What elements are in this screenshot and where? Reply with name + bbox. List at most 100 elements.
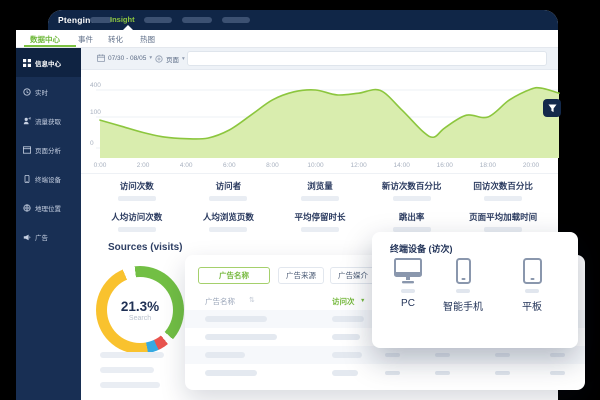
donut-center-value: 21.3% (121, 299, 159, 314)
cell-placeholder (332, 370, 358, 376)
tab-bar: 数据中心 事件 转化 热图 (16, 30, 558, 48)
metric-avg-load-time[interactable]: 页面平均加载时间 (457, 211, 549, 232)
device-stat-tablet: 平板 (507, 258, 557, 313)
cell-placeholder (495, 353, 510, 357)
chevron-down-icon: ▾ (182, 56, 185, 62)
column-header-visits[interactable]: 访问次 (332, 296, 355, 307)
metric-value-placeholder (301, 227, 339, 232)
screenshot-canvas: Ptengine Insight 数据中心 事件 转化 热图 信息中心 实时 流… (0, 0, 600, 400)
smartphone-icon (456, 258, 471, 284)
tab-conversion[interactable]: 转化 (108, 34, 123, 45)
svg-text:4:00: 4:00 (180, 162, 193, 169)
cell-placeholder (205, 370, 257, 376)
legend-item-placeholder (100, 367, 154, 373)
metric-value-placeholder (301, 196, 339, 201)
metric-pages-per-user[interactable]: 人均浏览页数 (183, 211, 275, 232)
page-filter-icon (155, 55, 163, 63)
legend-item-placeholder (100, 382, 160, 388)
nav-item-placeholder[interactable] (182, 17, 212, 23)
filter-input[interactable] (187, 51, 547, 66)
cell-placeholder (550, 353, 565, 357)
column-header-ad-name[interactable]: 广告名称 (205, 296, 235, 307)
pill-ad-medium[interactable]: 广告媒介 (330, 267, 376, 284)
cell-placeholder (332, 334, 360, 340)
svg-text:6:00: 6:00 (223, 162, 236, 169)
metric-value-placeholder (118, 227, 156, 232)
metric-value-placeholder (209, 196, 247, 201)
page-filter-label: 页面 (166, 54, 179, 64)
cell-placeholder (385, 371, 400, 375)
cell-placeholder (205, 316, 267, 322)
traffic-chart: 4001000 0:002:004:006:008:0010:0012:0014… (90, 78, 560, 170)
tab-data-center[interactable]: 数据中心 (30, 34, 60, 45)
tab-heatmap[interactable]: 热图 (140, 34, 155, 45)
nav-item-placeholder[interactable] (144, 17, 172, 23)
calendar-icon (97, 54, 105, 62)
device-value-placeholder (456, 289, 470, 293)
donut-center: 21.3% Search (107, 277, 173, 343)
svg-text:10:00: 10:00 (307, 162, 324, 169)
sidebar: 信息中心 实时 流量获取 页面分析 终端设备 地理位置 广告 (16, 48, 81, 400)
sidebar-item-info-center[interactable]: 信息中心 (16, 48, 81, 77)
metric-visits-per-user[interactable]: 人均访问次数 (91, 211, 183, 232)
sidebar-item-geo[interactable]: 地理位置 (16, 193, 81, 222)
device-popup-title: 终端设备 (访次) (390, 242, 453, 255)
sidebar-item-ads[interactable]: 广告 (16, 222, 81, 251)
tab-events[interactable]: 事件 (78, 34, 93, 45)
device-value-placeholder (401, 289, 415, 293)
svg-text:2:00: 2:00 (137, 162, 150, 169)
date-range-picker[interactable]: 07/30 - 08/05 ▾ (97, 54, 152, 62)
nav-item-placeholder[interactable] (222, 17, 250, 23)
svg-text:18:00: 18:00 (480, 162, 497, 169)
clock-icon (23, 88, 31, 96)
nav-item-insight[interactable]: Insight (110, 15, 135, 24)
metric-value-placeholder (393, 196, 431, 201)
sidebar-item-devices[interactable]: 终端设备 (16, 164, 81, 193)
cell-placeholder (205, 352, 245, 358)
svg-text:100: 100 (90, 109, 101, 116)
sidebar-item-realtime[interactable]: 实时 (16, 77, 81, 106)
metric-visits[interactable]: 访问次数 (91, 180, 183, 201)
globe-icon (23, 204, 31, 212)
metric-value-placeholder (209, 227, 247, 232)
sidebar-item-page-analysis[interactable]: 页面分析 (16, 135, 81, 164)
svg-text:8:00: 8:00 (266, 162, 279, 169)
metrics-grid: 访问次数 访问者 浏览量 新访次数百分比 回访次数百分比 人均访问次数 人均浏览… (91, 180, 549, 232)
svg-text:16:00: 16:00 (437, 162, 454, 169)
sort-icon[interactable]: ⇅ (249, 296, 255, 304)
metric-value-placeholder (118, 196, 156, 201)
svg-text:0: 0 (90, 140, 94, 147)
svg-text:400: 400 (90, 82, 101, 89)
metric-new-visit-pct[interactable]: 新访次数百分比 (366, 180, 458, 201)
metric-pageviews[interactable]: 浏览量 (274, 180, 366, 201)
svg-text:0:00: 0:00 (94, 162, 107, 169)
metric-avg-duration[interactable]: 平均停留时长 (274, 211, 366, 232)
donut-center-label: Search (129, 315, 151, 322)
metric-bounce-rate[interactable]: 跳出率 (366, 211, 458, 232)
table-row[interactable] (185, 346, 585, 364)
device-icon (23, 175, 31, 183)
svg-text:20:00: 20:00 (523, 162, 540, 169)
pill-ad-source[interactable]: 广告来源 (278, 267, 324, 284)
svg-text:12:00: 12:00 (350, 162, 367, 169)
cell-placeholder (550, 371, 565, 375)
legend-item-placeholder (100, 352, 164, 358)
cell-placeholder (205, 334, 277, 340)
chart-filter-button[interactable] (543, 99, 561, 117)
funnel-icon (548, 104, 557, 113)
metric-visitors[interactable]: 访问者 (183, 180, 275, 201)
device-stat-pc: PC (386, 258, 430, 309)
cell-placeholder (332, 316, 364, 322)
table-row[interactable] (185, 364, 585, 382)
metric-return-visit-pct[interactable]: 回访次数百分比 (457, 180, 549, 201)
pill-ad-name[interactable]: 广告名称 (198, 267, 270, 284)
active-tab-underline (24, 45, 76, 47)
device-stat-smartphone: 智能手机 (434, 258, 492, 313)
nav-item-placeholder[interactable] (90, 17, 112, 23)
metric-value-placeholder (484, 196, 522, 201)
page-analysis-icon (23, 146, 31, 154)
filter-toolbar: 07/30 - 08/05 ▾ 页面 ▾ (81, 48, 558, 70)
page-filter-dropdown[interactable]: 页面 ▾ (155, 54, 185, 64)
sidebar-item-traffic[interactable]: 流量获取 (16, 106, 81, 135)
cell-placeholder (332, 352, 362, 358)
